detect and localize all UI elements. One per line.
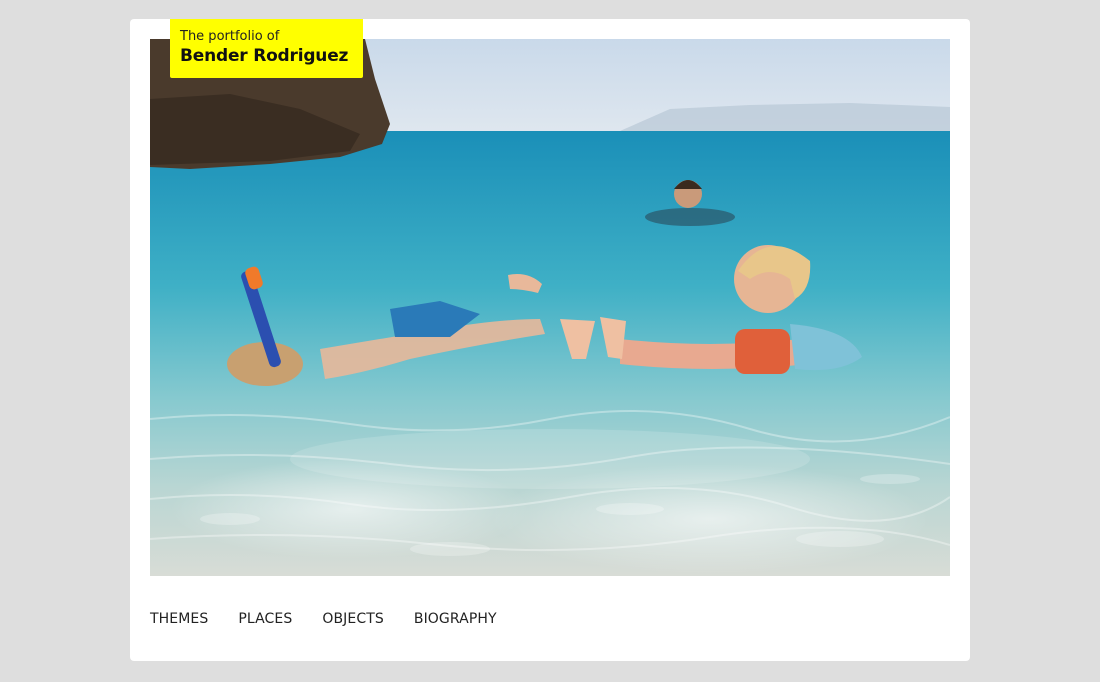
- logo-kicker: The portfolio of: [180, 29, 280, 44]
- portfolio-logo[interactable]: The portfolio of Bender Rodriguez: [170, 19, 363, 78]
- portfolio-card: The portfolio of Bender Rodriguez THEMES…: [130, 19, 970, 661]
- logo-name: Bender Rodriguez: [180, 46, 349, 66]
- main-nav: THEMES PLACES OBJECTS BIOGRAPHY: [150, 611, 497, 627]
- nav-item-places[interactable]: PLACES: [238, 611, 292, 627]
- nav-item-objects[interactable]: OBJECTS: [322, 611, 384, 627]
- nav-item-themes[interactable]: THEMES: [150, 611, 208, 627]
- beach-photo-illustration: [150, 39, 950, 576]
- featured-photo[interactable]: [150, 39, 950, 576]
- nav-item-biography[interactable]: BIOGRAPHY: [414, 611, 497, 627]
